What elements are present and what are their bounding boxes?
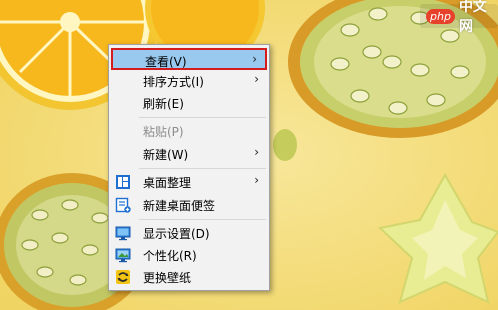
menu-item-new-desktop-note[interactable]: 新建桌面便签 (111, 194, 267, 216)
personalize-icon (115, 248, 131, 263)
menu-separator (139, 168, 266, 169)
desktop-note-icon (115, 197, 131, 213)
menu-item-new[interactable]: 新建(W) › (111, 143, 267, 165)
menu-item-paste: 粘贴(P) (111, 120, 267, 142)
menu-item-desktop-organize[interactable]: 桌面整理 › (111, 171, 267, 193)
display-settings-icon (115, 226, 131, 241)
change-wallpaper-icon (116, 270, 130, 284)
menu-separator (139, 219, 266, 220)
menu-item-change-wallpaper[interactable]: 更换壁纸 (111, 266, 267, 288)
menu-item-display-settings[interactable]: 显示设置(D) (111, 222, 267, 244)
menu-item-label: 粘贴(P) (143, 125, 184, 139)
submenu-arrow-icon: › (252, 52, 257, 66)
submenu-arrow-icon: › (254, 173, 259, 187)
menu-item-label: 显示设置(D) (143, 227, 210, 241)
menu-item-label: 排序方式(I) (143, 75, 204, 89)
watermark-logo: php (426, 8, 455, 24)
menu-item-label: 更换壁纸 (143, 271, 192, 285)
menu-item-label: 新建(W) (143, 148, 189, 162)
menu-item-label: 刷新(E) (143, 97, 184, 111)
desktop-organize-icon (116, 175, 130, 189)
menu-item-personalize[interactable]: 个性化(R) (111, 244, 267, 266)
menu-item-label: 个性化(R) (143, 249, 197, 263)
menu-item-view[interactable]: 查看(V) › (111, 48, 267, 70)
desktop-context-menu: 查看(V) › 排序方式(I) › 刷新(E) 粘贴(P) 新建(W) › 桌面… (108, 44, 270, 291)
submenu-arrow-icon: › (254, 72, 259, 86)
site-watermark: php 中文网 (420, 0, 498, 35)
menu-item-label: 新建桌面便签 (143, 199, 216, 213)
menu-item-refresh[interactable]: 刷新(E) (111, 92, 267, 114)
watermark-text: 中文网 (458, 0, 487, 35)
menu-item-sort-by[interactable]: 排序方式(I) › (111, 70, 267, 92)
menu-item-label: 查看(V) (145, 55, 187, 69)
menu-item-label: 桌面整理 (143, 176, 192, 190)
menu-separator (139, 117, 266, 118)
submenu-arrow-icon: › (254, 145, 259, 159)
